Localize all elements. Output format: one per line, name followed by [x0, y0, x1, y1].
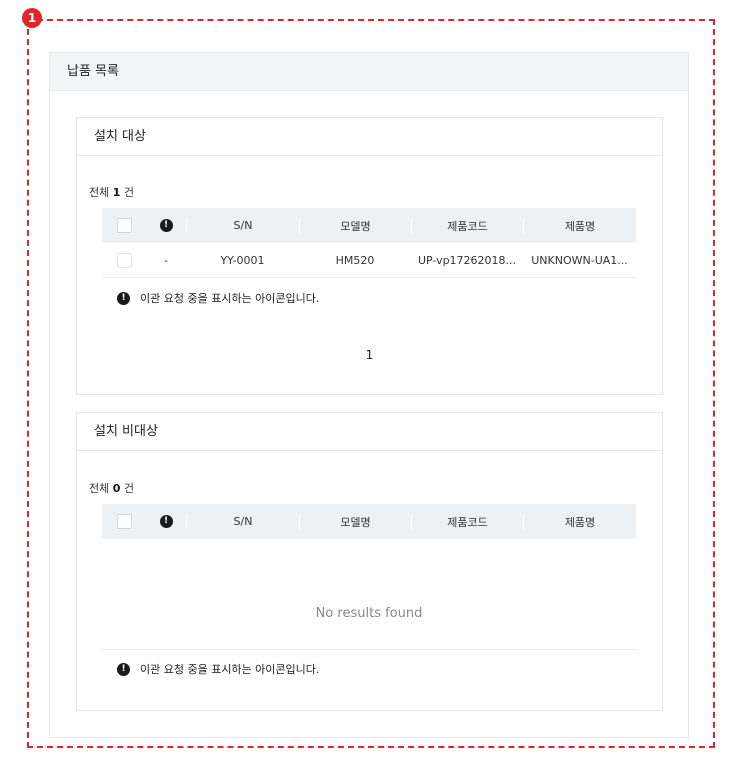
exclamation-circle-icon: !	[117, 662, 130, 676]
divider	[102, 649, 636, 650]
transfer-note: ! 이관 요청 중을 표시하는 아이콘입니다.	[117, 661, 319, 677]
empty-state-text: No results found	[315, 606, 423, 621]
install-non-target-table: ! S/N 모델명 제품코드 제품명	[102, 504, 636, 539]
column-header-product-code[interactable]: 제품코드	[411, 217, 523, 234]
row-product-name: UNKNOWN-UA1...	[531, 253, 628, 267]
column-header-model[interactable]: 모델명	[299, 513, 411, 530]
column-header-product-name[interactable]: 제품명	[523, 217, 636, 234]
exclamation-circle-icon: !	[159, 515, 173, 528]
install-non-target-title: 설치 비대상	[77, 413, 662, 451]
select-all-checkbox[interactable]	[116, 218, 132, 233]
row-sn: YY-0001	[220, 253, 265, 267]
transfer-note: ! 이관 요청 중을 표시하는 아이콘입니다.	[117, 290, 319, 306]
row-product-code: UP-vp17262018...	[417, 253, 517, 267]
column-header-product-code[interactable]: 제품코드	[411, 513, 523, 530]
exclamation-circle-icon: !	[117, 291, 130, 305]
column-header-product-name[interactable]: 제품명	[523, 513, 636, 530]
delivery-list-panel: 납품 목록 설치 대상 전체 1 건 ! S/N 모델명 제품코드 제품명 - …	[49, 52, 689, 738]
table-row[interactable]: - YY-0001 HM520 UP-vp17262018... UNKNOWN…	[102, 243, 636, 278]
table-header: ! S/N 모델명 제품코드 제품명	[102, 504, 636, 539]
install-target-table: ! S/N 모델명 제품코드 제품명 - YY-0001 HM520 UP-vp…	[102, 208, 636, 278]
install-target-count: 전체 1 건	[89, 186, 135, 199]
row-model: HM520	[335, 253, 375, 267]
install-target-card: 설치 대상 전체 1 건 ! S/N 모델명 제품코드 제품명 - YY-000…	[76, 117, 663, 395]
panel-title: 납품 목록	[50, 53, 688, 91]
select-all-checkbox[interactable]	[116, 514, 132, 529]
row-status: -	[164, 253, 168, 267]
install-non-target-count-value: 0	[112, 482, 121, 495]
install-non-target-count: 전체 0 건	[89, 482, 135, 495]
row-checkbox[interactable]	[116, 252, 132, 268]
column-header-model[interactable]: 모델명	[299, 217, 411, 234]
column-header-sn[interactable]: S/N	[186, 515, 299, 528]
install-target-title: 설치 대상	[77, 118, 662, 156]
page-number-button[interactable]: 1	[366, 348, 374, 362]
exclamation-circle-icon: !	[159, 219, 173, 232]
annotation-marker: 1	[22, 8, 42, 28]
install-non-target-card: 설치 비대상 전체 0 건 ! S/N 모델명 제품코드 제품명 No resu…	[76, 412, 663, 711]
install-target-count-value: 1	[112, 186, 121, 199]
table-header: ! S/N 모델명 제품코드 제품명	[102, 208, 636, 243]
column-header-sn[interactable]: S/N	[186, 219, 299, 232]
pagination: 1	[77, 348, 662, 362]
